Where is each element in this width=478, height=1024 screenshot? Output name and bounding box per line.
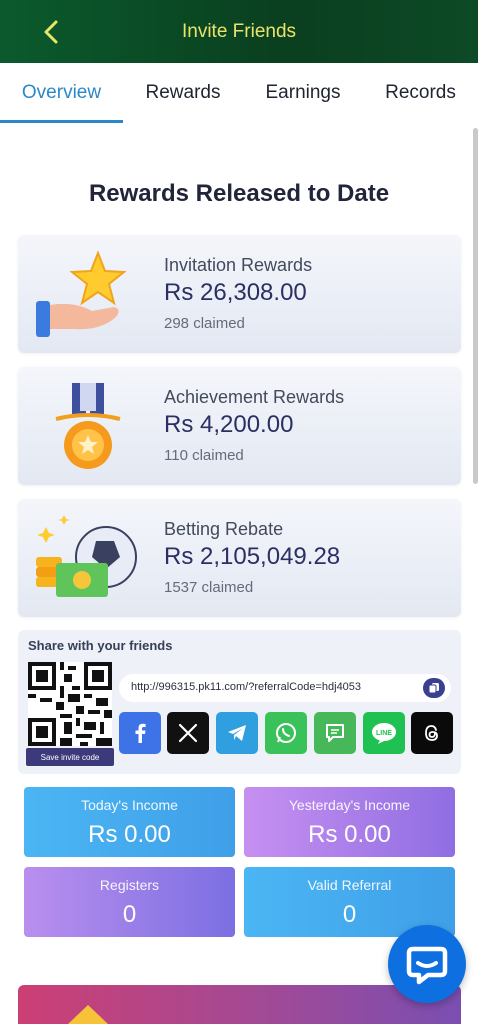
tab-earnings[interactable]: Earnings — [243, 63, 363, 123]
copy-icon — [428, 683, 439, 694]
share-label: Share with your friends — [28, 638, 173, 653]
line-share-button[interactable]: LINE — [363, 712, 405, 754]
telegram-share-button[interactable] — [216, 712, 258, 754]
sms-share-button[interactable] — [314, 712, 356, 754]
coins-ball-icon — [36, 515, 137, 597]
qr-code — [28, 662, 112, 746]
star-hand-icon — [36, 250, 127, 337]
whatsapp-share-button[interactable] — [265, 712, 307, 754]
registers-card: Registers 0 — [24, 867, 235, 937]
today-income-value: Rs 0.00 — [88, 821, 171, 848]
reward-claimed: 110 claimed — [164, 447, 244, 464]
tab-records[interactable]: Records — [363, 63, 478, 123]
threads-share-button[interactable] — [411, 712, 453, 754]
page-title: Invite Friends — [181, 20, 297, 42]
reward-amount: Rs 2,105,049.28 — [164, 543, 341, 570]
referral-link-field[interactable]: http://996315.pk11.com/?referralCode=hdj… — [119, 674, 451, 702]
rewards-heading: Rewards Released to Date — [88, 180, 390, 207]
reward-card-betting-rebate: Betting Rebate Rs 2,105,049.28 1537 clai… — [18, 499, 461, 617]
reward-amount: Rs 26,308.00 — [164, 279, 307, 306]
facebook-icon — [135, 723, 146, 743]
save-invite-code-button[interactable]: Save invite code — [26, 748, 114, 766]
tab-overview[interactable]: Overview — [0, 63, 123, 123]
today-income-card: Today's Income Rs 0.00 — [24, 787, 235, 857]
yesterday-income-label: Yesterday's Income — [288, 797, 411, 813]
yesterday-income-card: Yesterday's Income Rs 0.00 — [244, 787, 455, 857]
back-chevron-icon[interactable] — [38, 18, 66, 46]
reward-claimed: 298 claimed — [164, 315, 245, 332]
svg-text:LINE: LINE — [376, 730, 392, 737]
reward-name: Betting Rebate — [164, 519, 284, 539]
today-income-label: Today's Income — [81, 797, 178, 813]
valid-referral-label: Valid Referral — [307, 877, 392, 893]
tab-bar: Overview Rewards Earnings Records — [0, 63, 478, 123]
copy-link-button[interactable] — [423, 678, 445, 698]
whatsapp-icon — [276, 723, 296, 743]
yesterday-income-value: Rs 0.00 — [308, 821, 391, 848]
app-header: Invite Friends — [0, 0, 478, 63]
support-chat-button[interactable] — [388, 925, 466, 1003]
medal-icon — [55, 383, 121, 469]
tab-rewards[interactable]: Rewards — [123, 63, 243, 123]
reward-name: Achievement Rewards — [164, 387, 345, 407]
registers-label: Registers — [99, 877, 160, 893]
reward-name: Invitation Rewards — [164, 255, 313, 275]
threads-icon — [425, 725, 438, 741]
telegram-icon — [228, 725, 246, 741]
reward-amount: Rs 4,200.00 — [164, 411, 294, 438]
reward-card-invitation: Invitation Rewards Rs 26,308.00 298 clai… — [18, 235, 461, 353]
line-icon: LINE — [372, 723, 396, 744]
referral-url: http://996315.pk11.com/?referralCode=hdj… — [131, 681, 362, 693]
reward-card-achievement: Achievement Rewards Rs 4,200.00 110 clai… — [18, 367, 461, 485]
x-icon — [178, 723, 198, 743]
x-share-button[interactable] — [167, 712, 209, 754]
message-icon — [326, 724, 344, 742]
facebook-share-button[interactable] — [119, 712, 161, 754]
share-panel: Share with your friends Save invite code… — [18, 630, 461, 774]
registers-value: 0 — [122, 901, 137, 928]
chat-bubble-icon — [406, 946, 448, 985]
reward-claimed: 1537 claimed — [164, 579, 254, 596]
